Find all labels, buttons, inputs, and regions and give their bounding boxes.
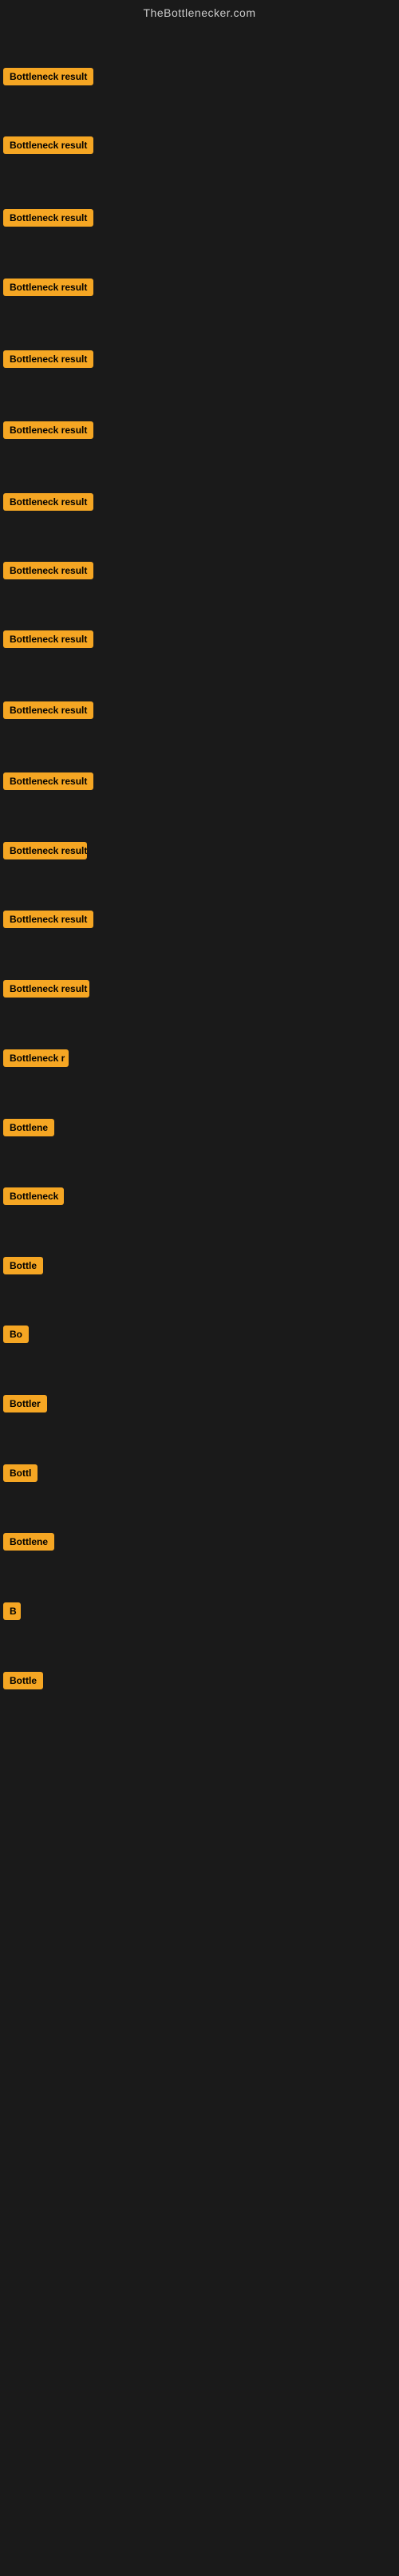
- bottleneck-badge-16[interactable]: Bottlene: [3, 1119, 54, 1136]
- badge-row-9: Bottleneck result: [3, 630, 93, 652]
- bottleneck-badge-3[interactable]: Bottleneck result: [3, 209, 93, 227]
- bottleneck-badge-5[interactable]: Bottleneck result: [3, 350, 93, 368]
- bottleneck-badge-1[interactable]: Bottleneck result: [3, 68, 93, 85]
- bottleneck-badge-20[interactable]: Bottler: [3, 1395, 47, 1412]
- bottleneck-badge-11[interactable]: Bottleneck result: [3, 772, 93, 790]
- badge-row-3: Bottleneck result: [3, 209, 93, 231]
- bottleneck-badge-15[interactable]: Bottleneck r: [3, 1049, 69, 1067]
- bottleneck-badge-6[interactable]: Bottleneck result: [3, 421, 93, 439]
- bottleneck-badge-8[interactable]: Bottleneck result: [3, 562, 93, 579]
- site-title: TheBottlenecker.com: [0, 0, 399, 22]
- badge-row-20: Bottler: [3, 1395, 47, 1416]
- badge-row-7: Bottleneck result: [3, 493, 93, 515]
- bottleneck-badge-7[interactable]: Bottleneck result: [3, 493, 93, 511]
- bottleneck-badge-12[interactable]: Bottleneck result: [3, 842, 87, 859]
- badge-row-16: Bottlene: [3, 1119, 54, 1140]
- badge-row-21: Bottl: [3, 1464, 38, 1486]
- badges-container: Bottleneck result Bottleneck result Bottle…: [0, 22, 399, 2576]
- bottleneck-badge-10[interactable]: Bottleneck result: [3, 701, 93, 719]
- bottleneck-badge-13[interactable]: Bottleneck result: [3, 911, 93, 928]
- badge-row-2: Bottleneck result: [3, 136, 93, 158]
- badge-row-19: Bo: [3, 1326, 29, 1347]
- bottleneck-badge-17[interactable]: Bottleneck: [3, 1187, 64, 1205]
- badge-row-12: Bottleneck result: [3, 842, 87, 863]
- badge-row-14: Bottleneck result: [3, 980, 89, 1002]
- badge-row-17: Bottleneck: [3, 1187, 64, 1209]
- badge-row-23: B: [3, 1602, 21, 1624]
- badge-row-18: Bottle: [3, 1257, 43, 1278]
- bottleneck-badge-19[interactable]: Bo: [3, 1326, 29, 1343]
- badge-row-5: Bottleneck result: [3, 350, 93, 372]
- bottleneck-badge-23[interactable]: B: [3, 1602, 21, 1620]
- bottleneck-badge-14[interactable]: Bottleneck result: [3, 980, 89, 998]
- bottleneck-badge-18[interactable]: Bottle: [3, 1257, 43, 1274]
- badge-row-6: Bottleneck result: [3, 421, 93, 443]
- badge-row-4: Bottleneck result: [3, 279, 93, 300]
- badge-row-13: Bottleneck result: [3, 911, 93, 932]
- badge-row-15: Bottleneck r: [3, 1049, 69, 1071]
- bottleneck-badge-4[interactable]: Bottleneck result: [3, 279, 93, 296]
- badge-row-10: Bottleneck result: [3, 701, 93, 723]
- badge-row-22: Bottlene: [3, 1533, 54, 1555]
- badge-row-24: Bottle: [3, 1672, 43, 1693]
- badge-row-11: Bottleneck result: [3, 772, 93, 794]
- bottleneck-badge-2[interactable]: Bottleneck result: [3, 136, 93, 154]
- badge-row-8: Bottleneck result: [3, 562, 93, 583]
- bottleneck-badge-24[interactable]: Bottle: [3, 1672, 43, 1689]
- bottleneck-badge-9[interactable]: Bottleneck result: [3, 630, 93, 648]
- bottleneck-badge-22[interactable]: Bottlene: [3, 1533, 54, 1551]
- badge-row-1: Bottleneck result: [3, 68, 93, 89]
- bottleneck-badge-21[interactable]: Bottl: [3, 1464, 38, 1482]
